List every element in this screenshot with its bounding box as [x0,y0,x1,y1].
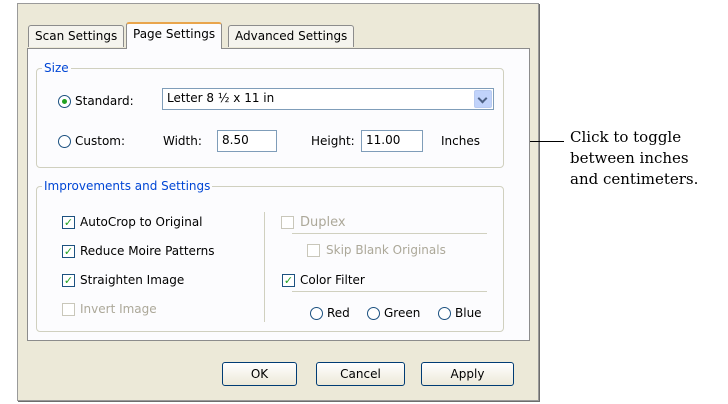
vertical-divider [264,212,265,322]
duplex-separator [292,233,487,234]
chevron-down-icon[interactable] [474,90,492,108]
straighten-label: Straighten Image [80,273,185,287]
color-filter-separator [292,291,487,292]
custom-radio[interactable] [58,135,71,148]
width-label: Width: [163,134,202,148]
tab-scan-settings[interactable]: Scan Settings [28,25,125,47]
standard-size-select[interactable]: Letter 8 ½ x 11 in [162,88,494,110]
size-legend: Size [42,61,71,75]
invert-checkbox[interactable] [62,303,75,316]
green-label: Green [384,306,421,320]
callout-annotation: Click to toggle between inches and centi… [570,127,728,190]
green-radio[interactable] [367,307,380,320]
check-icon: ✓ [63,245,74,258]
standard-size-value: Letter 8 ½ x 11 in [167,91,275,105]
tab-label: Page Settings [133,27,216,41]
check-icon: ✓ [283,274,294,287]
height-label: Height: [311,134,355,148]
units-toggle[interactable]: Inches [441,134,480,148]
moire-checkbox[interactable]: ✓ [62,245,75,258]
standard-radio[interactable] [58,95,71,108]
check-icon: ✓ [63,216,74,229]
moire-label: Reduce Moire Patterns [80,244,215,258]
color-filter-label: Color Filter [300,273,365,287]
tab-page-settings[interactable]: Page Settings [126,22,223,49]
autocrop-checkbox[interactable]: ✓ [62,216,75,229]
check-icon: ✓ [63,274,74,287]
tab-label: Advanced Settings [235,29,348,43]
callout-line-1: Click to toggle [570,128,682,146]
size-group [36,68,504,168]
blue-radio[interactable] [438,307,451,320]
skip-blank-checkbox[interactable] [307,244,320,257]
duplex-checkbox[interactable] [281,216,294,229]
ok-button[interactable]: OK [222,362,297,386]
red-radio[interactable] [310,307,323,320]
tab-label: Scan Settings [35,29,118,43]
improvements-legend: Improvements and Settings [42,179,213,193]
height-input[interactable]: 11.00 [361,130,423,152]
tab-advanced-settings[interactable]: Advanced Settings [228,25,355,47]
invert-label: Invert Image [80,302,157,316]
red-label: Red [327,306,350,320]
width-input[interactable]: 8.50 [217,130,277,152]
apply-button[interactable]: Apply [421,362,514,386]
cancel-button[interactable]: Cancel [316,362,405,386]
height-value: 11.00 [366,133,401,147]
standard-label: Standard: [75,94,134,108]
straighten-checkbox[interactable]: ✓ [62,274,75,287]
skip-blank-label: Skip Blank Originals [326,243,446,257]
width-value: 8.50 [222,133,249,147]
callout-line-3: and centimeters. [570,170,699,188]
custom-label: Custom: [75,134,126,148]
callout-line-2: between inches [570,149,689,167]
blue-label: Blue [455,306,482,320]
duplex-label: Duplex [300,215,346,230]
color-filter-checkbox[interactable]: ✓ [282,274,295,287]
autocrop-label: AutoCrop to Original [80,215,203,229]
